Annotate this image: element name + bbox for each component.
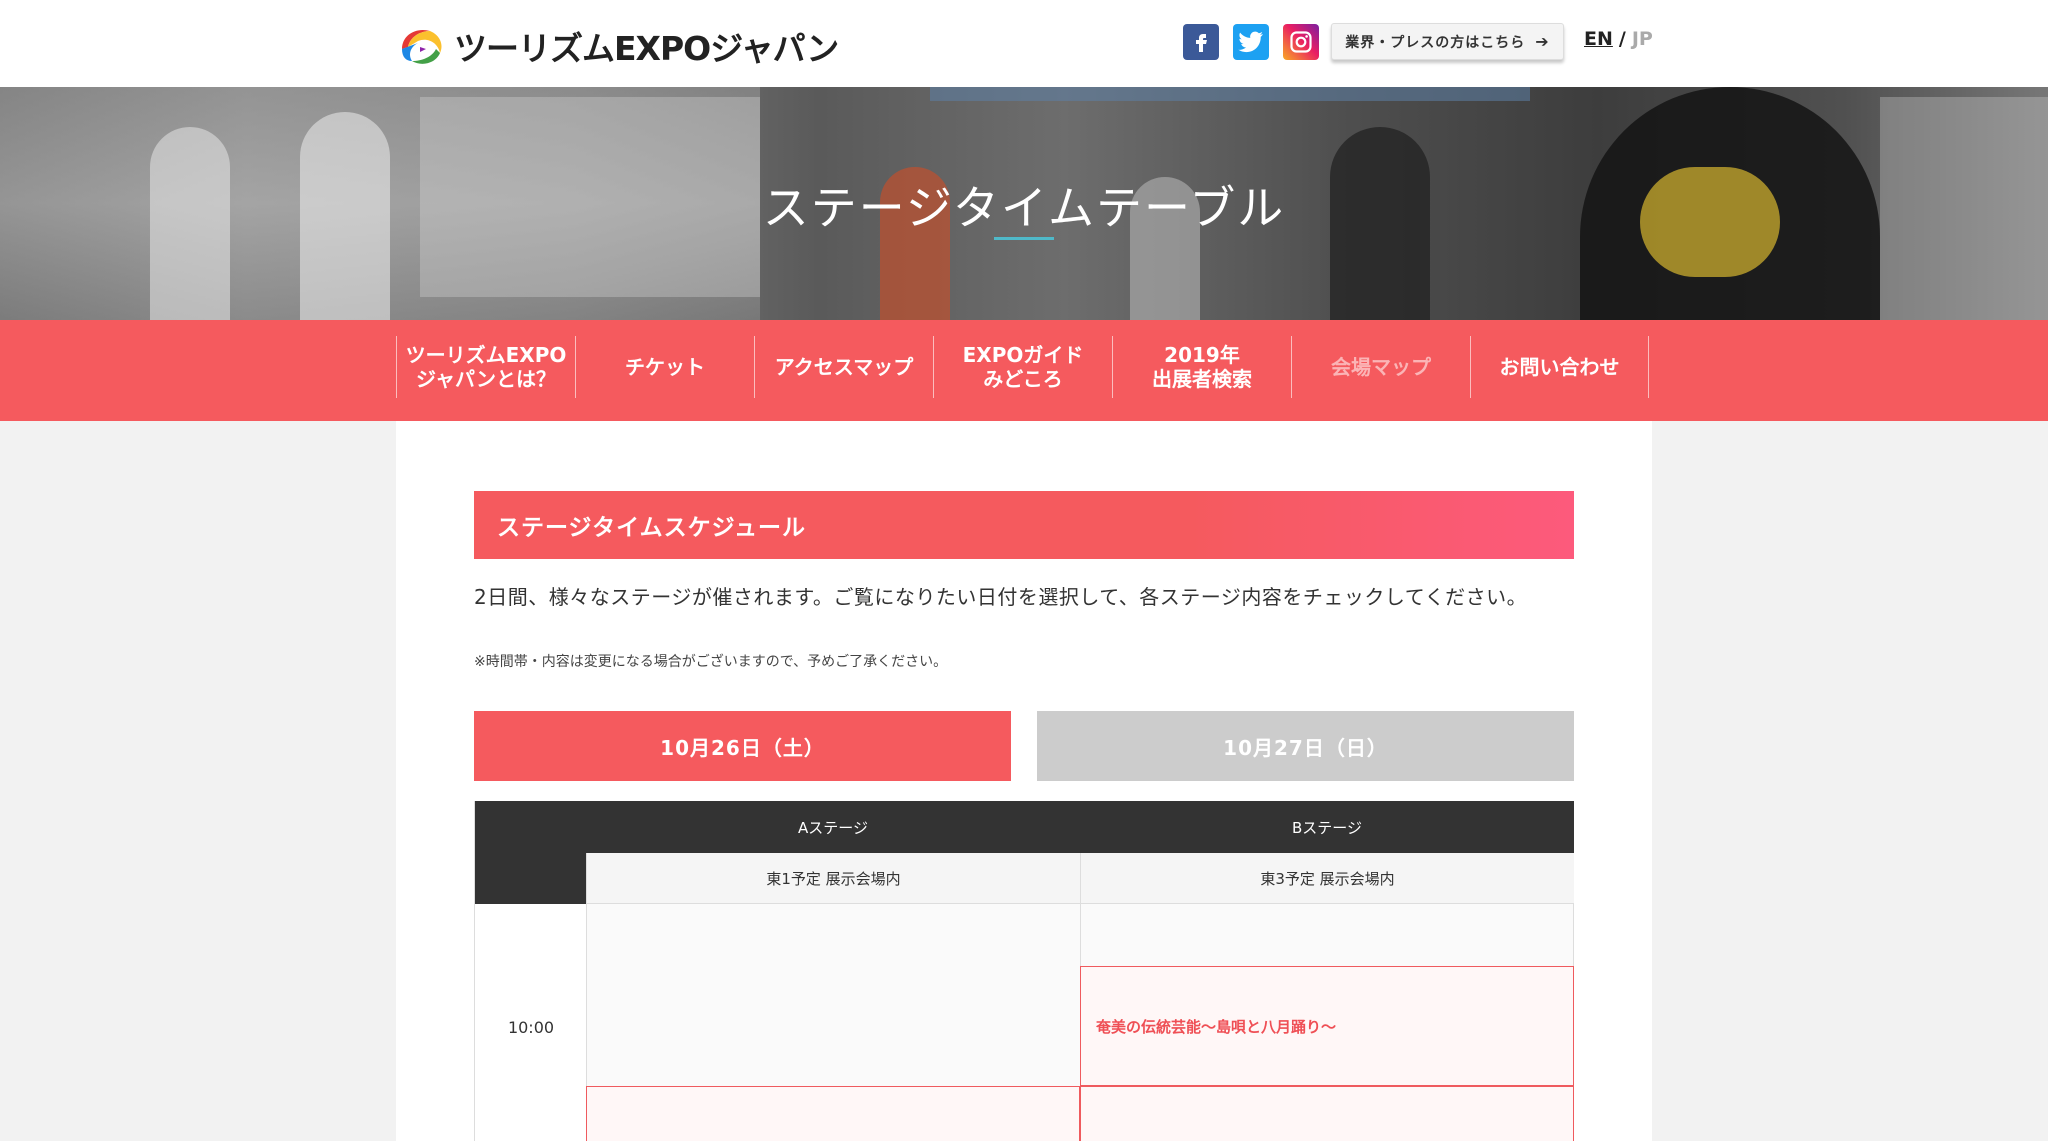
stage-screen (930, 87, 1530, 101)
section-heading: ステージタイムスケジュール (474, 491, 1574, 559)
main-content: ステージタイムスケジュール 2日間、様々なステージが催されます。ご覧になりたい日… (396, 421, 1652, 1141)
event-title: 奄美の伝統芸能〜島唄と八月踊り〜 (1096, 1017, 1337, 1036)
instagram-icon[interactable] (1283, 24, 1319, 60)
press-button-label: 業界・プレスの方はこちら (1345, 34, 1526, 51)
press-button[interactable]: 業界・プレスの方はこちら ➔ (1331, 23, 1564, 60)
arrow-right-icon: ➔ (1535, 32, 1550, 51)
event-cell[interactable] (1080, 1086, 1574, 1141)
notice-text: ※時間帯・内容は変更になる場合がございますので、予めご了承ください。 (474, 654, 948, 670)
logo-text: ツーリズムEXPOジャパン (454, 29, 839, 68)
nav-item-venue-map: 会場マップ (1291, 336, 1470, 398)
tab-date-oct26[interactable]: 10月26日（土） (474, 711, 1011, 781)
event-cell[interactable]: 奄美の伝統芸能〜島唄と八月踊り〜 (1080, 966, 1574, 1086)
stage-b-header: Bステージ (1080, 801, 1574, 853)
stage-timetable: 10:00 Aステージ 東1予定 展示会場内 Bステージ 東3予定 展示会場内 … (474, 801, 1574, 1141)
nav-item-exhibitor-search[interactable]: 2019年 出展者検索 (1112, 336, 1291, 398)
tab-date-oct27[interactable]: 10月27日（日） (1037, 711, 1574, 781)
stage-b-column: Bステージ 東3予定 展示会場内 奄美の伝統芸能〜島唄と八月踊り〜 (1080, 801, 1574, 1141)
time-slot: 10:00 (475, 904, 587, 1141)
lang-separator: / (1618, 28, 1626, 50)
title-underline (994, 237, 1054, 240)
hero-banner: ステージタイムテーブル (0, 87, 2048, 320)
intro-text: 2日間、様々なステージが催されます。ご覧になりたい日付を選択して、各ステージ内容… (474, 585, 1528, 609)
stage-b-location: 東3予定 展示会場内 (1080, 853, 1574, 904)
nav-item-about[interactable]: ツーリズムEXPO ジャパンとは？ (396, 336, 575, 398)
lang-en-link[interactable]: EN (1584, 28, 1613, 50)
empty-slot (586, 904, 1080, 1086)
nav-item-access-map[interactable]: アクセスマップ (754, 336, 933, 398)
logo-mark-icon (396, 25, 448, 67)
time-column: 10:00 (474, 801, 587, 1141)
global-nav: ツーリズムEXPO ジャパンとは？ チケット アクセスマップ EXPOガイド み… (0, 320, 2048, 421)
empty-slot (1080, 904, 1574, 966)
nav-item-expo-guide[interactable]: EXPOガイド みどころ (933, 336, 1112, 398)
stage-a-location: 東1予定 展示会場内 (586, 853, 1080, 904)
lang-jp-link[interactable]: JP (1632, 28, 1653, 50)
nav-item-ticket[interactable]: チケット (575, 336, 754, 398)
site-logo[interactable]: ツーリズムEXPOジャパン (396, 22, 839, 70)
time-column-header (475, 801, 587, 904)
site-header: ツーリズムEXPOジャパン 業界・プレスの方はこちら ➔ EN / JP (0, 0, 2048, 87)
stage-a-header: Aステージ (586, 801, 1080, 853)
language-switcher: EN / JP (1584, 28, 1653, 50)
twitter-icon[interactable] (1233, 24, 1269, 60)
stage-a-column: Aステージ 東1予定 展示会場内 (586, 801, 1080, 1141)
page-title: ステージタイムテーブル (762, 181, 1286, 235)
event-cell[interactable] (586, 1086, 1080, 1141)
facebook-icon[interactable] (1183, 24, 1219, 60)
nav-item-contact[interactable]: お問い合わせ (1470, 336, 1649, 398)
